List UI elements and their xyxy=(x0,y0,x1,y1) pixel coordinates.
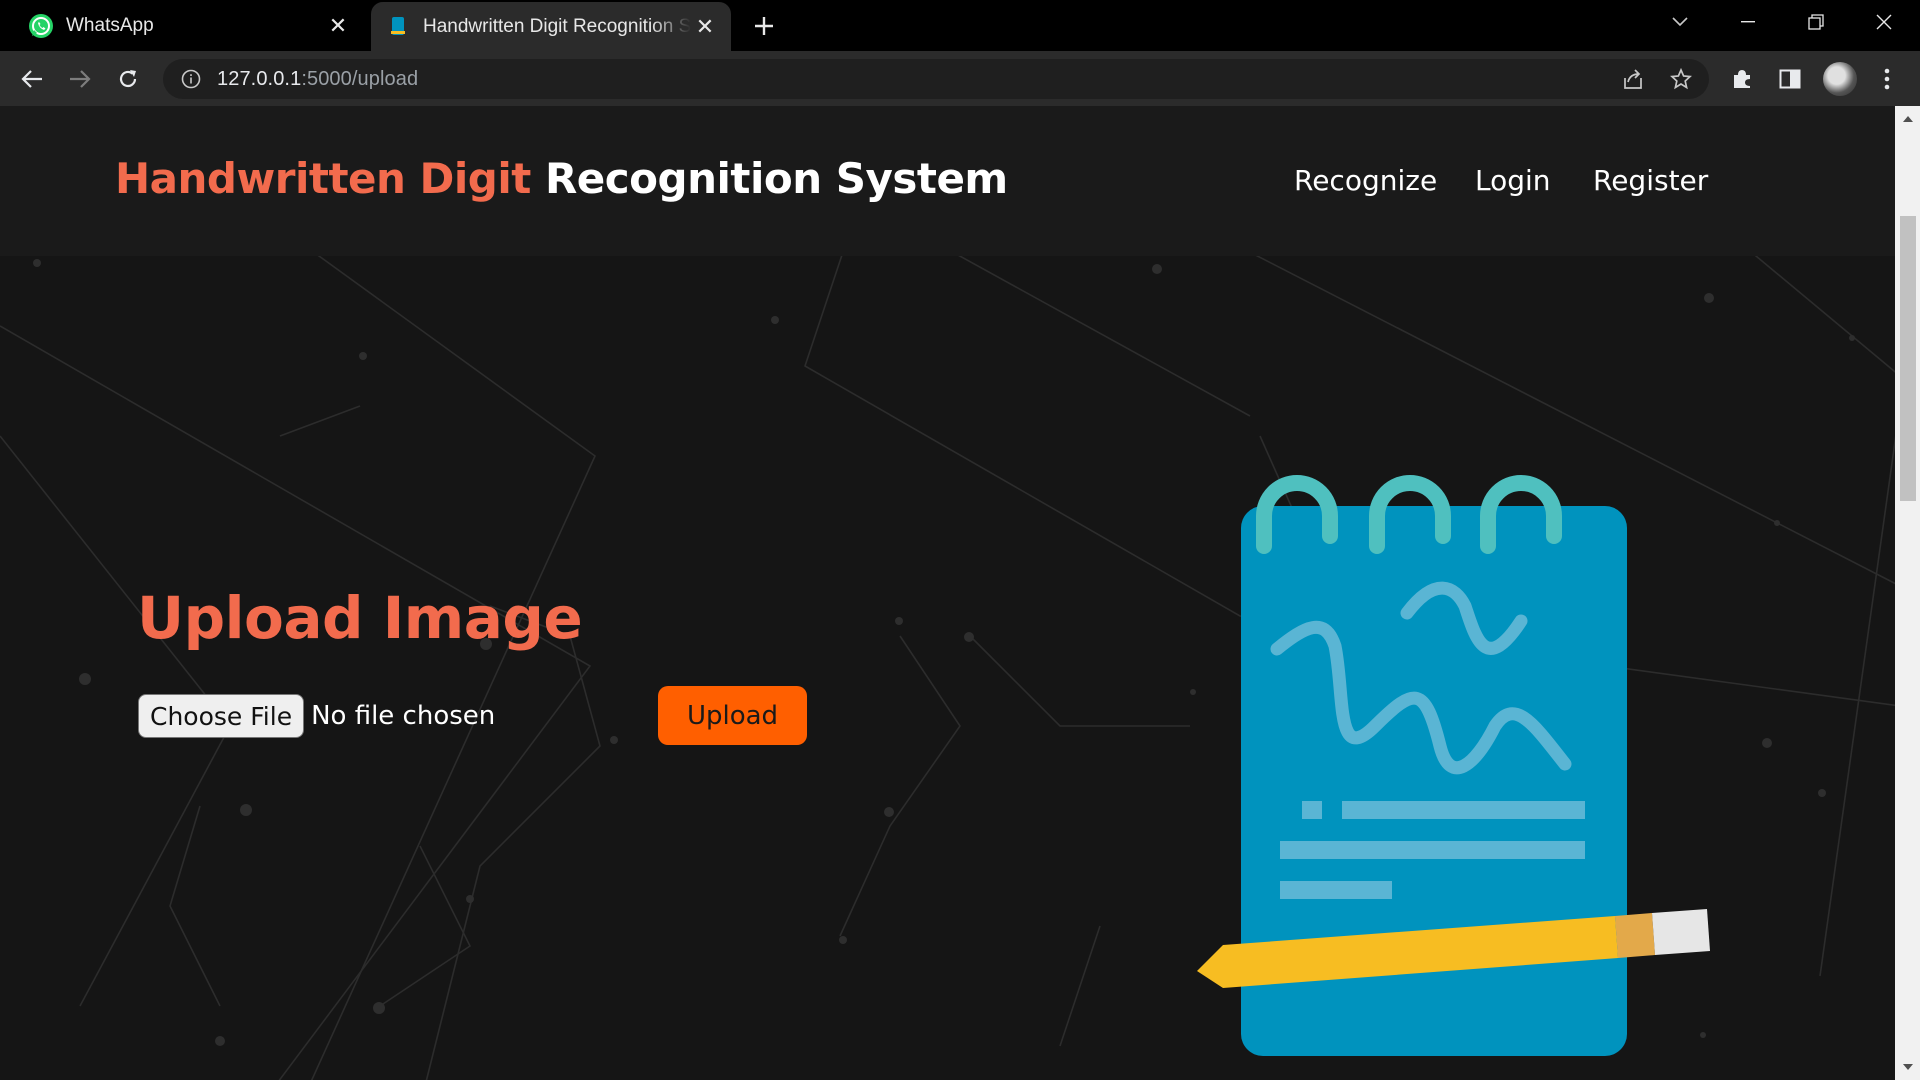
scroll-thumb[interactable] xyxy=(1900,216,1916,501)
side-panel-icon[interactable] xyxy=(1775,64,1805,94)
back-icon[interactable] xyxy=(14,61,50,97)
brand-accent: Handwritten Digit xyxy=(115,154,531,203)
tab-title: WhatsApp xyxy=(66,14,154,36)
reload-icon[interactable] xyxy=(110,61,146,97)
share-icon[interactable] xyxy=(1619,65,1647,93)
tab-strip: WhatsApp ✕ Handwritten Digit Recognition… xyxy=(0,0,1920,51)
address-bar[interactable]: 127.0.0.1:5000/upload xyxy=(163,59,1709,99)
tab-hdrs[interactable]: Handwritten Digit Recognition System ✕ xyxy=(371,2,731,51)
menu-kebab-icon[interactable] xyxy=(1872,64,1902,94)
nav-login[interactable]: Login xyxy=(1475,164,1551,197)
brand-rest: Recognition System xyxy=(544,154,1008,203)
minimize-icon[interactable] xyxy=(1714,0,1782,44)
close-window-icon[interactable] xyxy=(1850,0,1918,44)
bookmark-star-icon[interactable] xyxy=(1667,65,1695,93)
whatsapp-icon xyxy=(28,13,54,39)
scroll-down-icon[interactable] xyxy=(1895,1056,1920,1078)
nav-register[interactable]: Register xyxy=(1593,164,1708,197)
restore-icon[interactable] xyxy=(1782,0,1850,44)
notepad-illustration xyxy=(1197,475,1710,1056)
scroll-up-icon[interactable] xyxy=(1895,108,1920,130)
upload-button[interactable]: Upload xyxy=(658,686,807,745)
url-host: 127.0.0.1 xyxy=(217,67,302,90)
tab-whatsapp[interactable]: WhatsApp ✕ xyxy=(14,0,364,51)
nav-recognize[interactable]: Recognize xyxy=(1294,164,1437,197)
page-favicon-icon xyxy=(385,14,411,40)
page-scrollbar[interactable] xyxy=(1895,106,1920,1080)
forward-icon[interactable] xyxy=(62,61,98,97)
profile-avatar[interactable] xyxy=(1823,62,1857,96)
tab-title: Handwritten Digit Recognition System xyxy=(423,15,691,37)
site-brand[interactable]: Handwritten Digit Recognition System xyxy=(115,154,1008,203)
choose-file-button[interactable]: Choose File xyxy=(138,694,305,738)
url-path: :5000/upload xyxy=(301,67,419,90)
site-info-icon[interactable] xyxy=(179,67,203,91)
upload-title: Upload Image xyxy=(137,584,583,652)
close-tab-icon[interactable]: ✕ xyxy=(691,13,719,41)
extensions-icon[interactable] xyxy=(1727,64,1757,94)
page-viewport: Handwritten Digit Recognition System Rec… xyxy=(0,106,1895,1080)
new-tab-button[interactable] xyxy=(748,10,780,42)
file-input[interactable]: Choose File No file chosen xyxy=(138,694,495,738)
close-tab-icon[interactable]: ✕ xyxy=(324,12,352,40)
site-header: Handwritten Digit Recognition System Rec… xyxy=(0,106,1895,256)
tab-search-chevron-icon[interactable] xyxy=(1646,0,1714,44)
url-text: 127.0.0.1:5000/upload xyxy=(217,68,418,91)
file-status-text: No file chosen xyxy=(311,701,496,731)
browser-toolbar: 127.0.0.1:5000/upload xyxy=(0,51,1920,106)
